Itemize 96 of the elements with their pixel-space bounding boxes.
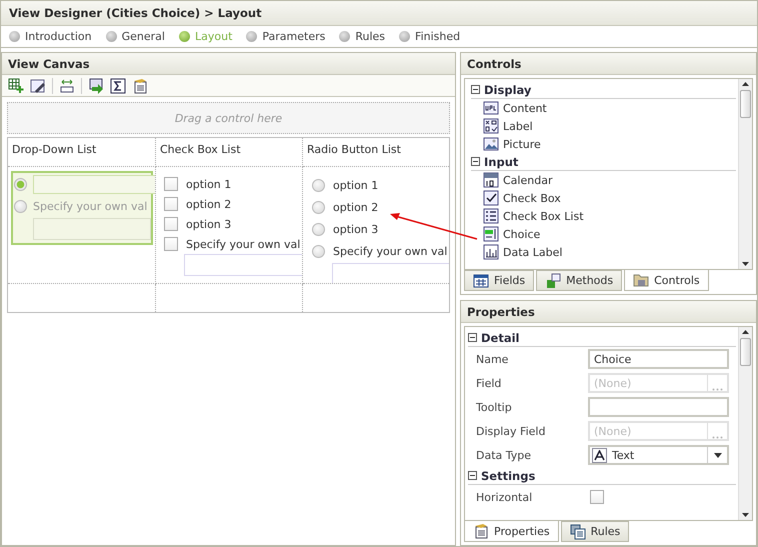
wizard-step[interactable]: Parameters <box>246 30 326 43</box>
panel-tab[interactable]: Fields <box>464 270 534 291</box>
text-input[interactable] <box>33 174 155 194</box>
text-input[interactable] <box>332 263 449 283</box>
checkbox-icon <box>483 190 499 206</box>
property-label: Data Type <box>476 448 532 462</box>
radio-button[interactable] <box>312 178 325 192</box>
checkbox[interactable] <box>164 217 178 231</box>
puzzle-icon <box>545 272 562 288</box>
input-field[interactable] <box>588 397 729 417</box>
radio-button[interactable] <box>14 200 27 212</box>
bar-chart-icon <box>483 244 499 260</box>
scroll-thumb[interactable] <box>740 338 751 366</box>
group-title: Detail <box>481 330 520 344</box>
option-label: option 1 <box>186 178 232 190</box>
checkbox[interactable] <box>164 197 178 211</box>
checkbox[interactable] <box>164 177 178 191</box>
sum-icon[interactable] <box>110 78 126 94</box>
property-label: Name <box>476 352 510 366</box>
radio-button[interactable] <box>312 222 325 236</box>
expand-toggle-icon[interactable] <box>471 85 480 94</box>
list-control[interactable]: option 1 option 2 option 3 Specify your own val <box>306 171 448 283</box>
column-heading: Radio Button List <box>306 142 402 158</box>
control-item[interactable]: Data Label <box>471 243 736 261</box>
text-input[interactable] <box>33 218 151 240</box>
property-label: Tooltip <box>476 400 513 414</box>
wizard-step[interactable]: General <box>106 30 165 43</box>
expand-toggle-icon[interactable] <box>471 157 480 166</box>
scrollbar[interactable] <box>738 327 752 520</box>
pages-icon <box>570 524 586 540</box>
font-icon <box>592 448 607 462</box>
option-label: option 2 <box>186 198 232 210</box>
insert-row-icon[interactable] <box>59 78 75 94</box>
wizard-step[interactable]: Introduction <box>9 30 92 43</box>
checkbox[interactable] <box>164 237 178 251</box>
control-item[interactable]: Label <box>471 117 736 135</box>
control-item[interactable]: Picture <box>471 135 736 153</box>
calendar-icon <box>483 172 499 188</box>
panel-tab[interactable]: Methods <box>536 270 622 291</box>
dropdown-field[interactable]: Text <box>588 445 729 465</box>
option-label: option 3 <box>333 222 378 236</box>
option-label: Specify your own val <box>333 244 448 258</box>
property-label: Horizontal <box>476 490 534 504</box>
picture-icon <box>483 136 499 152</box>
wizard-step[interactable]: Rules <box>339 30 386 43</box>
control-item[interactable]: Calendar <box>471 171 736 189</box>
panel-title: Controls <box>467 56 522 70</box>
checkbox[interactable] <box>590 490 604 504</box>
add-grid-icon[interactable] <box>8 78 24 94</box>
option-label: Specify your own val <box>33 200 148 212</box>
property-label: Field <box>476 376 502 390</box>
scroll-up-icon[interactable] <box>742 330 749 334</box>
edit-form-icon[interactable] <box>30 78 46 94</box>
panel-title: Properties <box>467 304 535 318</box>
control-item[interactable]: Check Box List <box>471 207 736 225</box>
expand-toggle-icon[interactable] <box>468 333 477 342</box>
panel-title: View Canvas <box>8 56 90 70</box>
scroll-thumb[interactable] <box>740 90 751 118</box>
option-label: option 3 <box>186 218 232 230</box>
input-field[interactable]: Choice <box>588 349 729 369</box>
radio-button[interactable] <box>312 200 325 214</box>
label-icon <box>483 118 499 134</box>
property-label: Display Field <box>476 424 546 438</box>
control-item[interactable]: Check Box <box>471 189 736 207</box>
control-item[interactable]: Content <box>471 99 736 117</box>
import-icon[interactable] <box>88 78 104 94</box>
choice-icon <box>483 226 499 242</box>
properties-icon <box>473 523 489 539</box>
column-heading: Check Box List <box>159 142 242 158</box>
panel-tab[interactable]: Properties <box>464 521 559 542</box>
panel-tab[interactable]: Controls <box>624 270 709 291</box>
checklist-icon <box>483 208 499 224</box>
wizard-step[interactable]: Finished <box>399 30 460 43</box>
option-label: option 2 <box>333 200 378 214</box>
window-title: View Designer (Cities Choice) > Layout <box>9 6 262 20</box>
panel-tab[interactable]: Rules <box>560 521 630 542</box>
column-heading: Drop-Down List <box>11 142 98 158</box>
group-title: Display <box>484 82 532 96</box>
drop-hint: Drag a control here <box>174 112 282 124</box>
text-input[interactable] <box>184 254 302 276</box>
list-control[interactable]: option 1 option 2 option 3 Specify your own val <box>159 171 301 281</box>
expand-toggle-icon[interactable] <box>468 471 477 480</box>
properties-icon[interactable] <box>132 78 148 94</box>
grid-icon <box>473 272 489 288</box>
group-title: Settings <box>481 468 536 482</box>
scroll-down-icon[interactable] <box>742 513 749 517</box>
scroll-down-icon[interactable] <box>742 262 749 266</box>
control-item[interactable]: Choice <box>471 225 736 243</box>
folder-icon <box>633 272 650 288</box>
option-label: option 1 <box>333 178 378 192</box>
radio-button[interactable] <box>312 244 325 258</box>
scrollbar[interactable] <box>738 79 752 269</box>
option-label: Specify your own val <box>186 238 300 250</box>
radio-button[interactable] <box>14 178 27 190</box>
scroll-up-icon[interactable] <box>742 82 749 86</box>
group-title: Input <box>484 154 518 168</box>
